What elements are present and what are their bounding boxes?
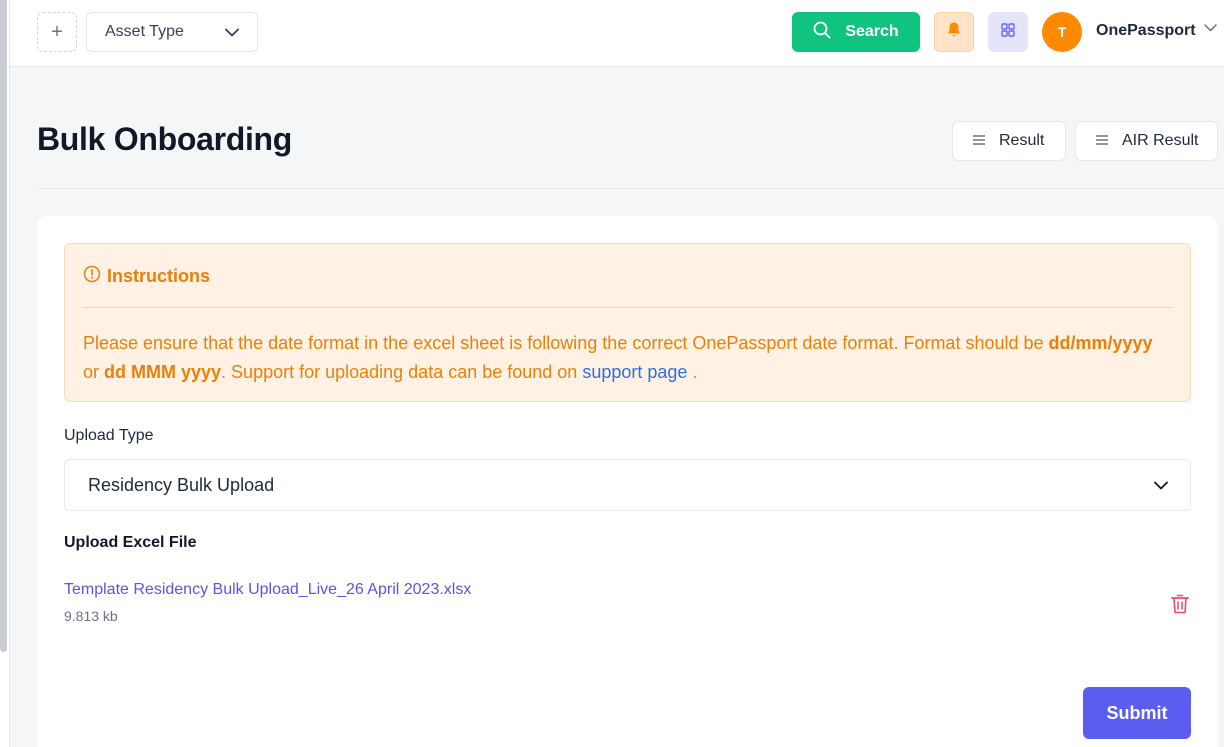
info-circle-icon bbox=[83, 265, 101, 288]
add-button[interactable]: + bbox=[37, 12, 77, 52]
app-page: + Asset Type Search T OnePassport Bulk O… bbox=[0, 0, 1224, 747]
user-menu-chevron-icon[interactable] bbox=[1204, 24, 1217, 32]
result-button-label: Result bbox=[999, 132, 1045, 149]
top-navbar: + Asset Type Search T OnePassport bbox=[10, 0, 1224, 67]
bell-icon bbox=[946, 21, 962, 43]
chevron-down-icon bbox=[225, 28, 239, 37]
asset-type-label: Asset Type bbox=[105, 23, 184, 40]
instructions-title: Instructions bbox=[107, 266, 211, 286]
submit-button[interactable]: Submit bbox=[1083, 687, 1191, 739]
user-name[interactable]: OnePassport bbox=[1096, 22, 1196, 40]
grid-icon bbox=[1000, 22, 1016, 43]
trash-icon bbox=[1171, 594, 1189, 618]
instructions-text-end: . bbox=[687, 362, 698, 382]
upload-type-label: Upload Type bbox=[64, 427, 154, 444]
upload-type-value: Residency Bulk Upload bbox=[88, 474, 275, 495]
air-result-button[interactable]: AIR Result bbox=[1075, 121, 1218, 161]
uploaded-file-link[interactable]: Template Residency Bulk Upload_Live_26 A… bbox=[64, 581, 471, 599]
header-divider bbox=[37, 188, 1224, 189]
list-icon bbox=[1096, 132, 1108, 150]
result-button[interactable]: Result bbox=[952, 121, 1066, 161]
instructions-text-part1: Please ensure that the date format in th… bbox=[83, 333, 1049, 353]
left-scrollbar[interactable] bbox=[0, 0, 7, 652]
list-icon bbox=[973, 132, 985, 150]
search-button-label: Search bbox=[845, 23, 899, 40]
asset-type-dropdown[interactable]: Asset Type bbox=[86, 12, 258, 52]
chevron-down-icon bbox=[1154, 481, 1168, 490]
instructions-panel: Instructions Please ensure that the date… bbox=[64, 243, 1191, 402]
bulk-onboarding-card: Instructions Please ensure that the date… bbox=[37, 216, 1218, 747]
plus-icon: + bbox=[51, 20, 63, 43]
instructions-divider bbox=[83, 307, 1172, 308]
instructions-heading: Instructions bbox=[83, 265, 210, 288]
page-title: Bulk Onboarding bbox=[37, 121, 293, 157]
search-icon bbox=[813, 21, 831, 44]
air-result-button-label: AIR Result bbox=[1122, 132, 1199, 149]
uploaded-file-size: 9.813 kb bbox=[64, 608, 118, 624]
apps-button[interactable] bbox=[988, 12, 1028, 52]
left-scroll-strip bbox=[0, 0, 10, 747]
user-avatar[interactable]: T bbox=[1042, 12, 1082, 52]
notifications-button[interactable] bbox=[934, 12, 974, 52]
instructions-or: or bbox=[83, 362, 105, 382]
search-button[interactable]: Search bbox=[792, 12, 920, 52]
instructions-text-part2: . Support for uploading data can be foun… bbox=[221, 362, 583, 382]
date-format-1: dd/mm/yyyy bbox=[1048, 333, 1153, 353]
delete-file-button[interactable] bbox=[1171, 594, 1191, 616]
instructions-text: Please ensure that the date format in th… bbox=[83, 329, 1173, 387]
upload-type-select[interactable]: Residency Bulk Upload bbox=[64, 459, 1191, 511]
support-page-link[interactable]: support page bbox=[582, 362, 687, 382]
upload-excel-label: Upload Excel File bbox=[64, 534, 197, 551]
date-format-2: dd MMM yyyy bbox=[104, 362, 222, 382]
